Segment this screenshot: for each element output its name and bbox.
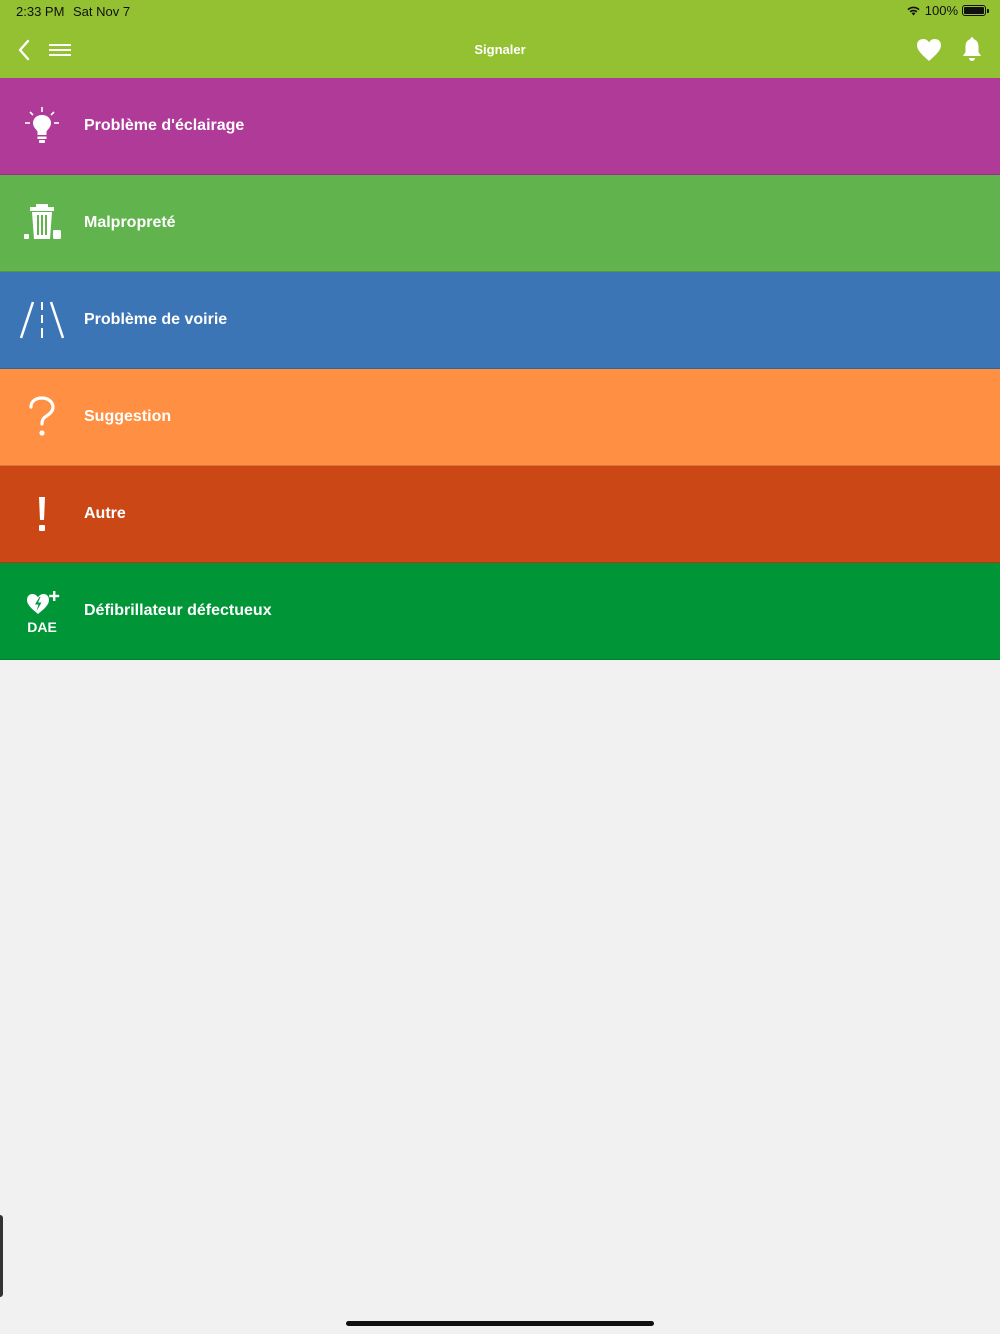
category-label: Défibrillateur défectueux [84, 602, 272, 619]
dae-text: DAE [27, 619, 57, 634]
category-item-suggestion[interactable]: Suggestion [0, 369, 1000, 466]
category-item-road[interactable]: Problème de voirie [0, 272, 1000, 369]
status-date: Sat Nov 7 [73, 4, 131, 19]
home-indicator[interactable] [346, 1321, 654, 1326]
road-icon [0, 272, 84, 369]
trash-can-icon [0, 175, 84, 272]
bell-icon [963, 37, 981, 61]
question-mark-icon [0, 369, 84, 466]
category-item-lighting[interactable]: Problème d'éclairage [0, 78, 1000, 175]
exclamation-icon [0, 466, 84, 563]
category-item-defibrillator[interactable]: DAE Défibrillateur défectueux [0, 563, 1000, 660]
category-label: Malpropreté [84, 214, 176, 231]
notifications-button[interactable] [958, 36, 986, 64]
app-header: 2:33 PM Sat Nov 7 100% Signaler [0, 0, 1000, 78]
favorites-button[interactable] [914, 36, 944, 64]
lightbulb-icon [0, 78, 84, 175]
page-title: Signaler [474, 42, 526, 57]
battery-icon [962, 5, 989, 16]
category-label: Autre [84, 505, 126, 522]
category-list: Problème d'éclairage Malpropreté Problèm… [0, 78, 1000, 660]
side-edge-handle[interactable] [0, 1215, 3, 1297]
category-item-cleanliness[interactable]: Malpropreté [0, 175, 1000, 272]
heart-icon [917, 39, 941, 61]
category-item-other[interactable]: Autre [0, 466, 1000, 563]
status-time: 2:33 PM [16, 4, 65, 19]
battery-percentage: 100% [924, 3, 958, 18]
category-label: Problème de voirie [84, 311, 228, 328]
category-label: Suggestion [84, 408, 172, 425]
defibrillator-icon: DAE [0, 563, 84, 660]
category-label: Problème d'éclairage [84, 117, 245, 134]
status-indicators: 100% [906, 3, 989, 18]
wifi-icon [907, 6, 920, 16]
status-bar: 2:33 PM Sat Nov 7 100% [0, 0, 1000, 24]
